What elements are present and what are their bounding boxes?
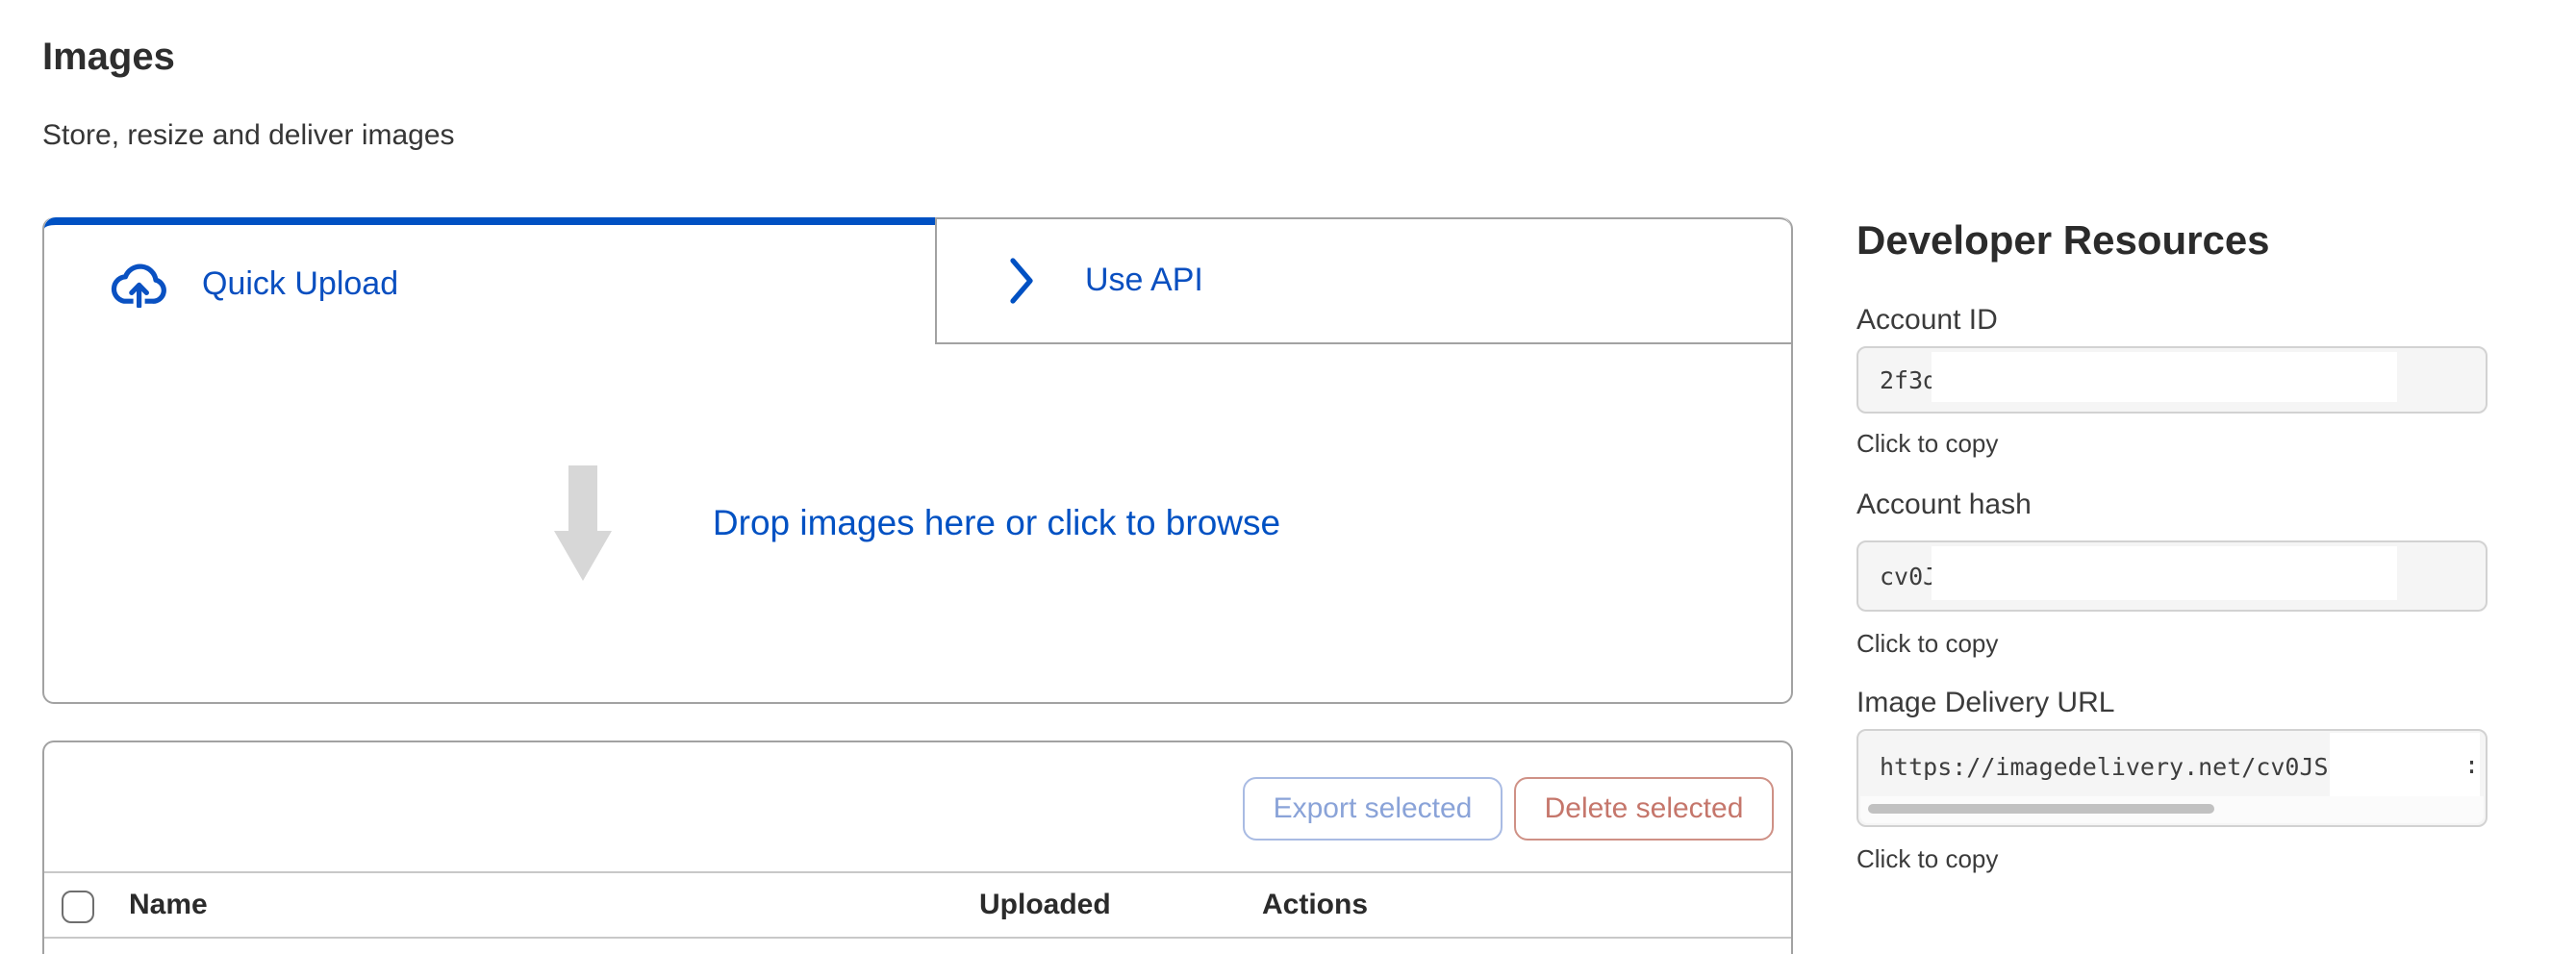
upload-tabs: Quick Upload Use API [44,217,1791,344]
page-subtitle: Store, resize and deliver images [42,119,455,152]
tab-use-api[interactable]: Use API [935,217,1791,344]
page-title: Images [42,37,175,81]
account-hash-field[interactable]: cv0J [1856,540,2488,612]
developer-resources-sidebar: Developer Resources Account ID 2f3d Clic… [1856,0,2491,954]
image-delivery-url-field[interactable]: https://imagedelivery.net/cv0JSj : [1856,729,2488,827]
redaction-overlay [2330,733,2480,798]
tab-use-api-label: Use API [1085,262,1203,300]
column-header-name: Name [129,889,208,921]
horizontal-scrollbar[interactable] [1860,796,2484,823]
image-delivery-url-value: https://imagedelivery.net/cv0JSj [1880,731,2343,800]
image-delivery-url-label: Image Delivery URL [1856,687,2114,719]
delete-selected-button[interactable]: Delete selected [1514,777,1774,841]
scrollbar-thumb[interactable] [1868,804,2214,814]
images-page: Images Store, resize and deliver images … [0,0,2576,954]
account-hash-click-to-copy[interactable]: Click to copy [1856,629,1998,658]
account-hash-label: Account hash [1856,489,2032,521]
column-header-actions: Actions [1262,889,1368,921]
sidebar-heading: Developer Resources [1856,219,2270,265]
redaction-overlay [1932,352,2397,402]
account-id-click-to-copy[interactable]: Click to copy [1856,429,1998,458]
images-table-panel: Export selected Delete selected Name Upl… [42,741,1793,954]
partial-character: : [2464,750,2479,779]
cloud-upload-icon [108,262,171,308]
select-all-checkbox[interactable] [62,891,94,923]
account-id-field[interactable]: 2f3d [1856,346,2488,414]
tab-quick-upload-label: Quick Upload [202,265,398,304]
redaction-overlay [1932,546,2397,600]
upload-panel: Quick Upload Use API Drop images here or… [42,217,1793,704]
dropzone[interactable]: Drop images here or click to browse [44,344,1791,702]
column-header-uploaded: Uploaded [979,889,1111,921]
account-id-value: 2f3d [1880,348,1937,412]
account-hash-value: cv0J [1880,542,1937,610]
chevron-right-icon [1008,256,1035,306]
image-delivery-url-click-to-copy[interactable]: Click to copy [1856,844,1998,873]
export-selected-button[interactable]: Export selected [1243,777,1503,841]
table-header-row: Name Uploaded Actions [44,873,1791,939]
dropzone-label: Drop images here or click to browse [713,502,1280,544]
tab-quick-upload[interactable]: Quick Upload [44,217,935,344]
down-arrow-icon [555,465,613,581]
table-actions-row: Export selected Delete selected [44,742,1791,873]
account-id-label: Account ID [1856,304,1998,337]
